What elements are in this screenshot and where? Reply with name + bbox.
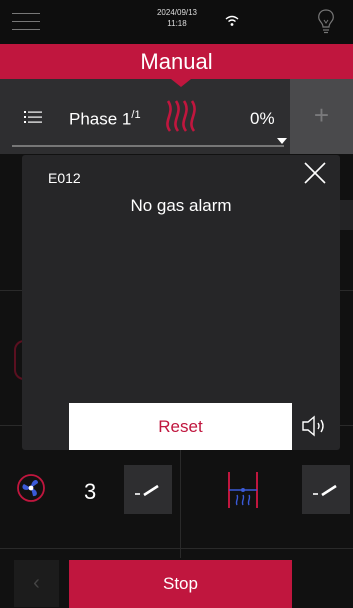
pencil-icon xyxy=(313,484,337,497)
stop-button-label[interactable]: Stop xyxy=(69,560,292,608)
wifi-icon xyxy=(225,15,239,26)
phase-label: Phase 1/1 xyxy=(69,109,141,130)
hidden-button xyxy=(340,200,353,230)
grid-line xyxy=(340,425,353,426)
status-time: 11:18 xyxy=(167,19,187,28)
pencil-icon xyxy=(135,484,159,497)
chevron-left-icon[interactable]: ‹ xyxy=(14,560,59,607)
menu-icon[interactable] xyxy=(12,13,40,31)
fan-icon xyxy=(17,474,45,502)
phase-progress-percent: 0% xyxy=(250,109,275,128)
fan-speed-value: 3 xyxy=(84,479,97,504)
error-code: E012 xyxy=(48,170,81,186)
grid-line xyxy=(0,290,22,291)
grid-line xyxy=(180,450,181,558)
grid-line xyxy=(0,425,22,426)
chevron-down-icon[interactable] xyxy=(277,138,287,144)
speaker-icon[interactable] xyxy=(300,413,330,439)
plus-icon: + xyxy=(313,100,330,130)
reset-button-label[interactable]: Reset xyxy=(69,403,292,450)
heat-icon xyxy=(166,100,196,132)
lightbulb-icon[interactable] xyxy=(315,8,337,34)
error-message: No gas alarm xyxy=(130,196,232,215)
header-notch xyxy=(171,79,191,87)
status-date: 2024/09/13 xyxy=(156,8,198,17)
steam-icon xyxy=(228,472,258,508)
page-title: Manual xyxy=(140,49,213,74)
close-icon[interactable] xyxy=(302,160,328,186)
fan-edit-button[interactable] xyxy=(124,465,172,514)
list-icon[interactable] xyxy=(24,111,42,123)
grid-line xyxy=(340,290,353,291)
phase-selector[interactable] xyxy=(0,79,290,154)
phase-progress-bar xyxy=(12,145,284,147)
phase-name: Phase 1 xyxy=(69,109,132,129)
grid-line xyxy=(0,548,353,549)
phase-count: /1 xyxy=(131,109,141,121)
steam-edit-button[interactable] xyxy=(302,465,350,514)
